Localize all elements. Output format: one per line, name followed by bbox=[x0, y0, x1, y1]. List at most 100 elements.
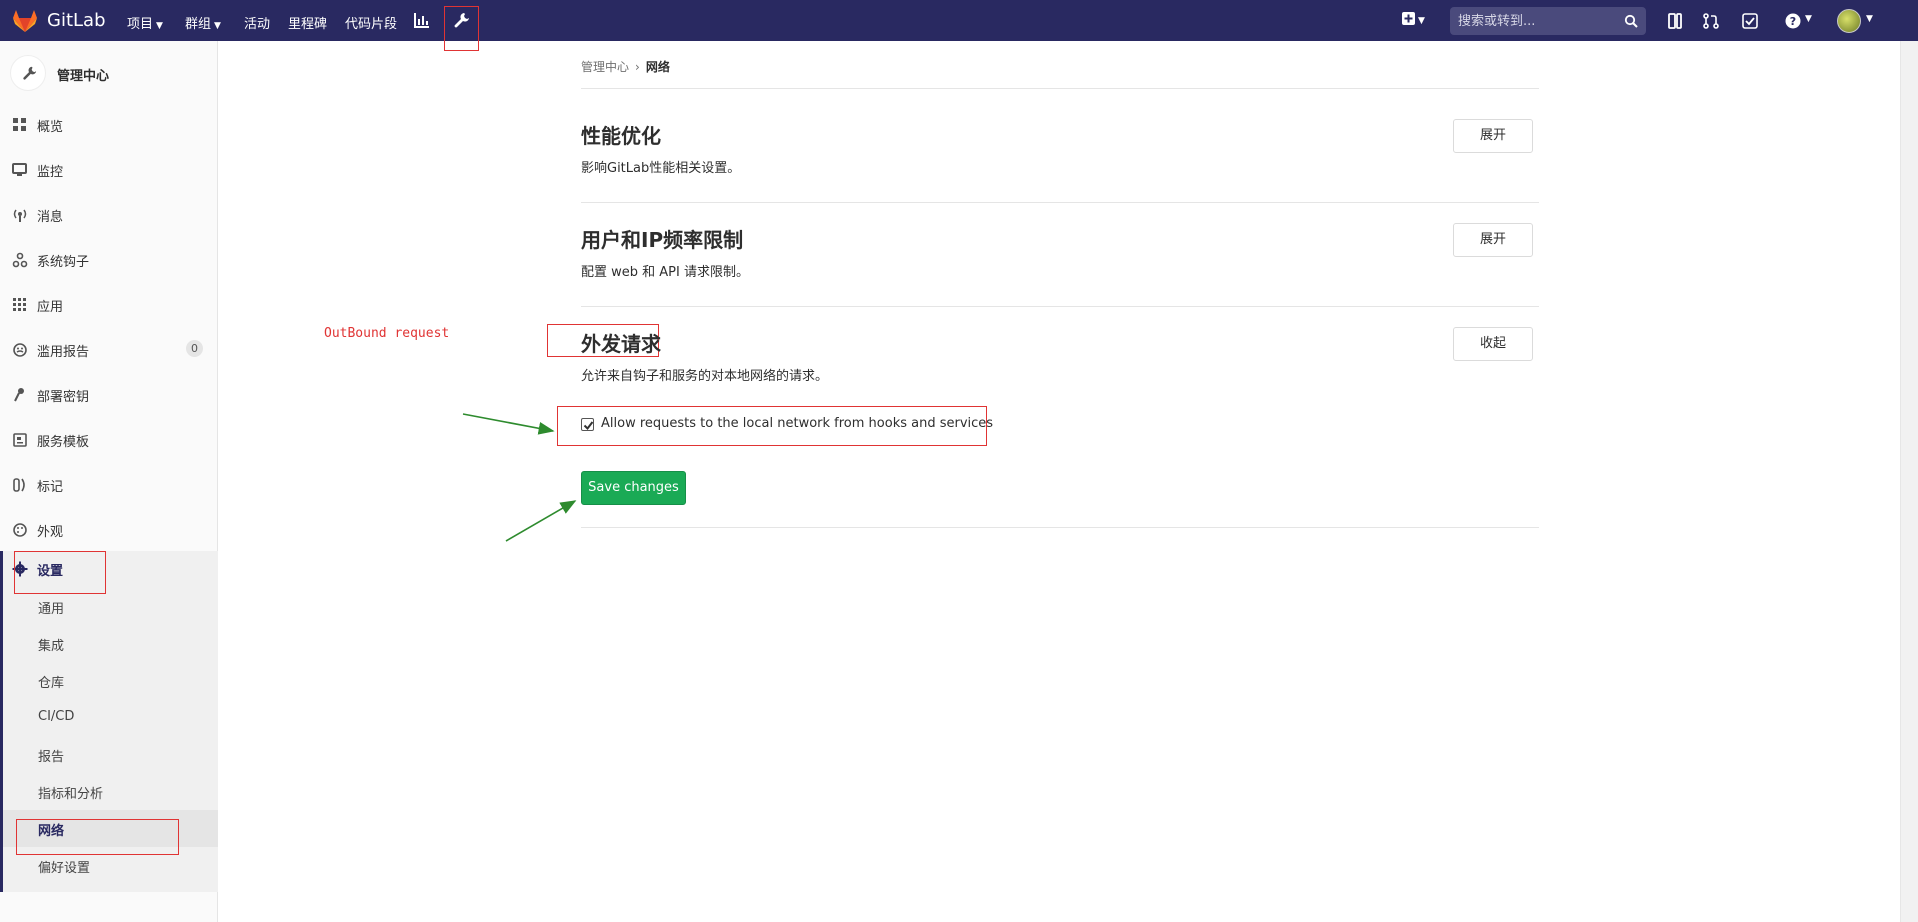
settings-highlight-box bbox=[14, 551, 106, 594]
annotation-label: OutBound request bbox=[324, 326, 450, 341]
divider bbox=[581, 527, 1539, 528]
settings-sub-cicd[interactable]: CI/CD bbox=[3, 702, 218, 732]
nav-groups-label: 群组 bbox=[185, 17, 212, 32]
template-icon bbox=[13, 433, 27, 447]
sidebar-item-label: 服务模板 bbox=[37, 435, 90, 450]
sidebar-toggle-icon[interactable] bbox=[1667, 12, 1685, 30]
abuse-count-badge: 0 bbox=[186, 340, 203, 357]
brand-name[interactable]: GitLab bbox=[47, 10, 106, 31]
plus-square-icon bbox=[1402, 12, 1415, 25]
sidebar-item-monitoring[interactable]: 监控 bbox=[0, 152, 218, 186]
nav-activity[interactable]: 活动 bbox=[244, 13, 270, 32]
chart-icon[interactable] bbox=[414, 12, 430, 28]
allow-local-requests-checkbox[interactable] bbox=[581, 418, 594, 431]
save-changes-button[interactable]: Save changes bbox=[581, 471, 686, 505]
wrench-highlight-box bbox=[444, 6, 479, 51]
labels-icon bbox=[13, 478, 25, 492]
settings-sub-reporting[interactable]: 报告 bbox=[3, 739, 218, 769]
new-dropdown[interactable]: ▼ bbox=[1402, 12, 1432, 30]
palette-icon bbox=[13, 523, 27, 537]
collapse-outbound-button[interactable]: 收起 bbox=[1453, 327, 1533, 361]
sidebar-item-overview[interactable]: 概览 bbox=[0, 107, 218, 141]
top-navbar: GitLab 项目▼ 群组▼ 活动 里程碑 代码片段 ▼ ? ▼ ▼ bbox=[0, 0, 1918, 51]
sidebar-item-label: 标记 bbox=[37, 480, 64, 495]
section-title-outbound: 外发请求 bbox=[581, 332, 661, 356]
settings-sub-integrations[interactable]: 集成 bbox=[3, 628, 218, 658]
key-icon bbox=[14, 388, 24, 402]
sidebar-item-labels[interactable]: 标记 bbox=[0, 467, 218, 501]
smile-icon bbox=[13, 343, 27, 357]
breadcrumb-current: 网络 bbox=[645, 60, 670, 74]
settings-sub-label: CI/CD bbox=[38, 709, 75, 724]
chevron-down-icon: ▼ bbox=[156, 21, 163, 31]
arrow-to-save-button bbox=[505, 500, 577, 542]
todo-icon[interactable] bbox=[1741, 12, 1759, 30]
sidebar-item-service-templates[interactable]: 服务模板 bbox=[0, 422, 218, 456]
section-desc-rate-limits: 配置 web 和 API 请求限制。 bbox=[581, 265, 749, 280]
section-desc-outbound: 允许来自钩子和服务的对本地网络的请求。 bbox=[581, 369, 829, 384]
nav-projects-label: 项目 bbox=[127, 17, 154, 32]
divider bbox=[581, 202, 1539, 203]
nav-milestones[interactable]: 里程碑 bbox=[288, 13, 327, 32]
settings-sub-label: 偏好设置 bbox=[38, 861, 91, 876]
arrow-to-checkbox bbox=[462, 413, 555, 435]
chevron-down-icon[interactable]: ▼ bbox=[1866, 14, 1873, 24]
checkmark-icon bbox=[583, 421, 594, 431]
sidebar-item-label: 监控 bbox=[37, 165, 64, 180]
sidebar-item-system-hooks[interactable]: 系统钩子 bbox=[0, 242, 218, 276]
chevron-down-icon: ▼ bbox=[1418, 16, 1425, 26]
wrench-icon bbox=[23, 66, 37, 80]
sidebar-item-abuse-reports[interactable]: 滥用报告 0 bbox=[0, 332, 218, 366]
sidebar-item-label: 外观 bbox=[37, 525, 64, 540]
settings-sub-label: 集成 bbox=[38, 639, 65, 654]
merge-request-icon[interactable] bbox=[1702, 12, 1720, 30]
help-icon[interactable]: ? bbox=[1784, 12, 1802, 30]
sidebar-item-appearance[interactable]: 外观 bbox=[0, 512, 218, 546]
user-avatar[interactable] bbox=[1837, 9, 1861, 33]
page-scrollbar[interactable] bbox=[1900, 41, 1918, 922]
sidebar-item-label: 部署密钥 bbox=[37, 390, 90, 405]
divider bbox=[581, 306, 1539, 307]
section-desc-performance: 影响GitLab性能相关设置。 bbox=[581, 161, 741, 176]
divider bbox=[581, 88, 1539, 89]
sidebar-item-label: 概览 bbox=[37, 120, 64, 135]
grid-icon bbox=[13, 118, 26, 131]
settings-sub-general[interactable]: 通用 bbox=[3, 591, 218, 621]
chevron-down-icon[interactable]: ▼ bbox=[1805, 14, 1812, 24]
settings-sub-label: 报告 bbox=[38, 750, 65, 765]
nav-snippets[interactable]: 代码片段 bbox=[345, 13, 397, 32]
hook-icon bbox=[12, 252, 28, 268]
admin-avatar bbox=[10, 55, 46, 91]
search-box[interactable] bbox=[1450, 7, 1646, 35]
sidebar-item-applications[interactable]: 应用 bbox=[0, 287, 218, 321]
svg-text:?: ? bbox=[1790, 15, 1796, 28]
settings-sub-repository[interactable]: 仓库 bbox=[3, 665, 218, 695]
settings-sub-metrics[interactable]: 指标和分析 bbox=[3, 776, 218, 806]
nav-projects[interactable]: 项目 ▼ bbox=[127, 13, 163, 32]
chevron-down-icon: ▼ bbox=[214, 21, 221, 31]
settings-sub-label: 仓库 bbox=[38, 676, 65, 691]
search-icon[interactable] bbox=[1624, 14, 1638, 28]
section-title-rate-limits: 用户和IP频率限制 bbox=[581, 228, 744, 252]
expand-rate-limits-button[interactable]: 展开 bbox=[1453, 223, 1533, 257]
sidebar-item-messages[interactable]: 消息 bbox=[0, 197, 218, 231]
admin-sidebar: 管理中心 概览 监控 消息 系统钩子 应用 滥用报告 0 部署密钥 服务模板 标… bbox=[0, 41, 218, 922]
breadcrumb: 管理中心 › 网络 bbox=[581, 58, 670, 75]
sidebar-title: 管理中心 bbox=[57, 69, 110, 84]
chevron-right-icon: › bbox=[635, 60, 640, 74]
settings-sub-label: 通用 bbox=[38, 602, 65, 617]
sidebar-item-label: 应用 bbox=[37, 300, 64, 315]
search-input[interactable] bbox=[1458, 12, 1618, 30]
breadcrumb-parent[interactable]: 管理中心 bbox=[581, 60, 629, 74]
apps-icon bbox=[13, 298, 26, 311]
network-highlight-box bbox=[16, 819, 179, 855]
sidebar-item-deploy-keys[interactable]: 部署密钥 bbox=[0, 377, 218, 411]
nav-groups[interactable]: 群组 ▼ bbox=[185, 13, 221, 32]
settings-sub-label: 指标和分析 bbox=[38, 787, 104, 802]
gitlab-logo-icon[interactable] bbox=[12, 9, 38, 33]
expand-performance-button[interactable]: 展开 bbox=[1453, 119, 1533, 153]
monitor-icon bbox=[12, 163, 27, 176]
section-title-performance: 性能优化 bbox=[581, 124, 661, 148]
sidebar-item-label: 系统钩子 bbox=[37, 255, 90, 270]
broadcast-icon bbox=[13, 209, 27, 222]
